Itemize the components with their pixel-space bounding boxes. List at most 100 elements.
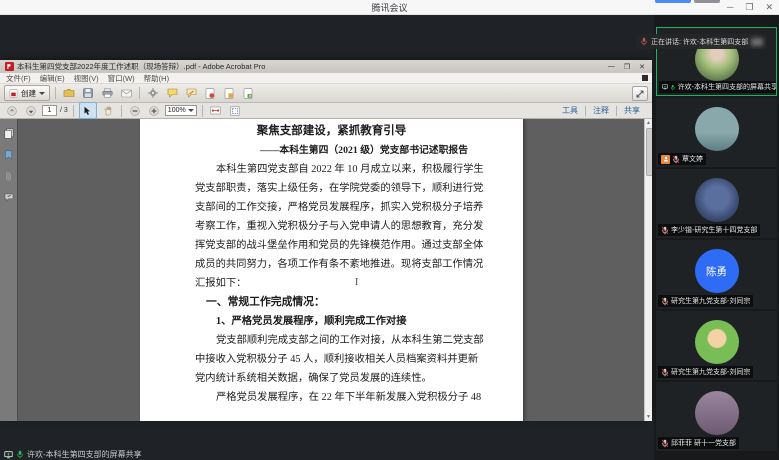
doc-red-badge-icon[interactable]	[202, 86, 218, 101]
page-total-label: / 3	[60, 107, 68, 114]
tab-comment[interactable]: 注释	[586, 105, 616, 116]
doc-line: 本科生第四党支部自 2022 年 10 月成立以来，积极履行学生	[195, 160, 468, 179]
participant-name: 李少锴-研究生第十四党支部	[671, 225, 757, 235]
doc-line: 考察工作，重视入党积极分子与入党申请人的思想教育，充分发	[195, 217, 468, 236]
doc-line: 党支部职责，落实上级任务，在学院党委的领导下，顺利进行党	[195, 179, 468, 198]
mic-on-icon	[670, 83, 675, 92]
fit-page-icon[interactable]	[227, 103, 243, 118]
scrollbar-thumb[interactable]	[646, 128, 652, 176]
select-tool-icon[interactable]	[79, 102, 97, 119]
comments-pane-icon[interactable]	[4, 193, 14, 202]
participant-tile[interactable]: 覃文婷	[656, 98, 777, 167]
doc-line: 汇报如下：	[195, 274, 468, 293]
participant-tile[interactable]: 邱菲菲 研十一党支部	[656, 382, 777, 451]
bookmarks-icon[interactable]	[4, 150, 13, 160]
zoom-level-select[interactable]: 100%	[165, 105, 197, 116]
participant-tag: 覃文婷	[658, 153, 706, 165]
doc-line: 党内统计系统相关数据，确保了党员发展的连续性。	[195, 369, 468, 388]
doc-line: 支部间的工作交接，严格党员发展程序，抓实入党积极分子培养	[195, 198, 468, 217]
participant-tag: 研究生第九党支部-刘同宗	[658, 366, 753, 378]
mic-on-icon	[16, 450, 24, 459]
page-thumbnails-icon[interactable]	[4, 128, 14, 139]
acrobat-action-tabs: 工具 注释 共享	[555, 103, 647, 118]
mic-muted-icon	[672, 155, 680, 164]
share-toolbar-collapsed-pill-secondary[interactable]	[694, 0, 720, 3]
doc-heading: 1、严格党员发展程序，顺利完成工作对接	[195, 312, 468, 331]
participant-name: 邱菲菲 研十一党支部	[671, 438, 736, 448]
speaking-mic-icon	[640, 37, 648, 46]
participant-name: 许欢-本科生第四支部的屏幕共享	[678, 82, 777, 92]
zoom-out-icon[interactable]	[127, 103, 143, 118]
create-pdf-button[interactable]: 创建	[4, 85, 50, 101]
hand-tool-icon[interactable]	[100, 103, 116, 118]
print-icon[interactable]	[99, 86, 115, 101]
expand-toolbar-icon[interactable]	[632, 86, 648, 101]
screen-share-status-bar: 许欢-本科生第四支部的屏幕共享	[4, 449, 142, 460]
host-badge-icon	[661, 155, 670, 164]
highlight-comment-icon[interactable]	[183, 86, 199, 101]
scroll-down-icon[interactable]: ▼	[645, 413, 652, 421]
save-icon[interactable]	[80, 86, 96, 101]
doc-line: 中接收入党积极分子 45 人，顺利接收相关人员档案资料并更新	[195, 350, 468, 369]
mic-muted-icon	[661, 439, 669, 448]
acrobat-minimize-icon[interactable]: —	[608, 63, 615, 71]
participant-tile[interactable]: 研究生第九党支部-刘同宗	[656, 311, 777, 380]
document-restore-icon[interactable]	[642, 75, 648, 81]
doc-green-badge-icon[interactable]	[240, 86, 256, 101]
attachments-icon[interactable]	[4, 171, 13, 182]
participant-tile[interactable]: 李少锴-研究生第十四党支部	[656, 169, 777, 238]
participant-name: 研究生第九党支部-刘同宗	[671, 296, 750, 306]
acrobat-restore-icon[interactable]: ❐	[624, 63, 630, 71]
scroll-up-icon[interactable]: ▲	[645, 119, 652, 127]
open-file-icon[interactable]	[61, 86, 77, 101]
menu-file[interactable]: 文件(F)	[6, 73, 31, 84]
close-icon[interactable]: ✕	[765, 0, 773, 14]
doc-subtitle: ——本科生第四（2021 级）党支部书记述职报告	[195, 141, 468, 160]
zoom-level-value: 100%	[168, 107, 186, 114]
menu-window[interactable]: 窗口(W)	[108, 73, 135, 84]
redacted-blur	[751, 38, 763, 46]
vertical-scrollbar[interactable]: ▲ ▼	[644, 119, 652, 421]
fit-width-icon[interactable]	[208, 103, 224, 118]
navigation-pane	[0, 119, 18, 421]
participant-tag: 李少锴-研究生第十四党支部	[658, 224, 760, 236]
maximize-icon[interactable]: ❐	[745, 0, 753, 14]
doc-line: 党支部顺利完成支部之间的工作对接，从本科生第二党支部	[195, 331, 468, 350]
email-icon[interactable]	[118, 86, 134, 101]
zoom-in-icon[interactable]	[146, 103, 162, 118]
mic-muted-icon	[661, 226, 669, 235]
speaking-toast-label: 正在讲话: 许欢-本科生第四支部	[651, 37, 748, 47]
acrobat-main-toolbar: 创建	[0, 84, 652, 103]
screen-share-label: 许欢-本科生第四支部的屏幕共享	[27, 449, 142, 460]
participant-name: 覃文婷	[682, 154, 703, 164]
acrobat-window: 本科生第四党支部2022年度工作述职（现场答辩）.pdf - Adobe Acr…	[0, 60, 652, 418]
acrobat-menubar: 文件(F) 编辑(E) 视图(V) 窗口(W) 帮助(H)	[0, 73, 652, 84]
pdf-file-icon	[5, 62, 14, 71]
previous-page-icon[interactable]	[4, 103, 20, 118]
doc-heading: 一、常规工作完成情况：	[195, 293, 468, 312]
menu-edit[interactable]: 编辑(E)	[40, 73, 65, 84]
acrobat-close-icon[interactable]: ✕	[639, 63, 645, 71]
acrobat-titlebar: 本科生第四党支部2022年度工作述职（现场答辩）.pdf - Adobe Acr…	[0, 60, 652, 73]
comment-bubble-icon[interactable]	[164, 86, 180, 101]
avatar	[695, 178, 739, 222]
tab-tools[interactable]: 工具	[555, 105, 585, 116]
participant-tag: 许欢-本科生第四支部的屏幕共享	[659, 81, 777, 93]
share-toolbar-collapsed-pill[interactable]	[655, 0, 691, 3]
menu-help[interactable]: 帮助(H)	[144, 73, 169, 84]
participant-tile[interactable]: 陈勇 研究生第九党支部-刘同宗	[656, 240, 777, 309]
screen-share-icon	[4, 451, 13, 459]
tab-share[interactable]: 共享	[617, 105, 647, 116]
participant-name: 研究生第九党支部-刘同宗	[671, 367, 750, 377]
settings-gear-icon[interactable]	[145, 86, 161, 101]
page-number-input[interactable]	[42, 105, 57, 116]
speaking-toast: 正在讲话: 许欢-本科生第四支部	[636, 34, 767, 49]
pdf-page: 聚焦支部建设，紧抓教育引导 ——本科生第四（2021 级）党支部书记述职报告 本…	[140, 119, 523, 421]
menu-view[interactable]: 视图(V)	[74, 73, 99, 84]
acrobat-window-title: 本科生第四党支部2022年度工作述职（现场答辩）.pdf - Adobe Acr…	[17, 61, 608, 72]
doc-yellow-badge-icon[interactable]	[221, 86, 237, 101]
minimize-icon[interactable]: ─	[727, 0, 733, 14]
doc-line: 挥党支部的战斗堡垒作用和党员的先锋模范作用。通过支部全体	[195, 236, 468, 255]
next-page-icon[interactable]	[23, 103, 39, 118]
avatar	[695, 320, 739, 364]
